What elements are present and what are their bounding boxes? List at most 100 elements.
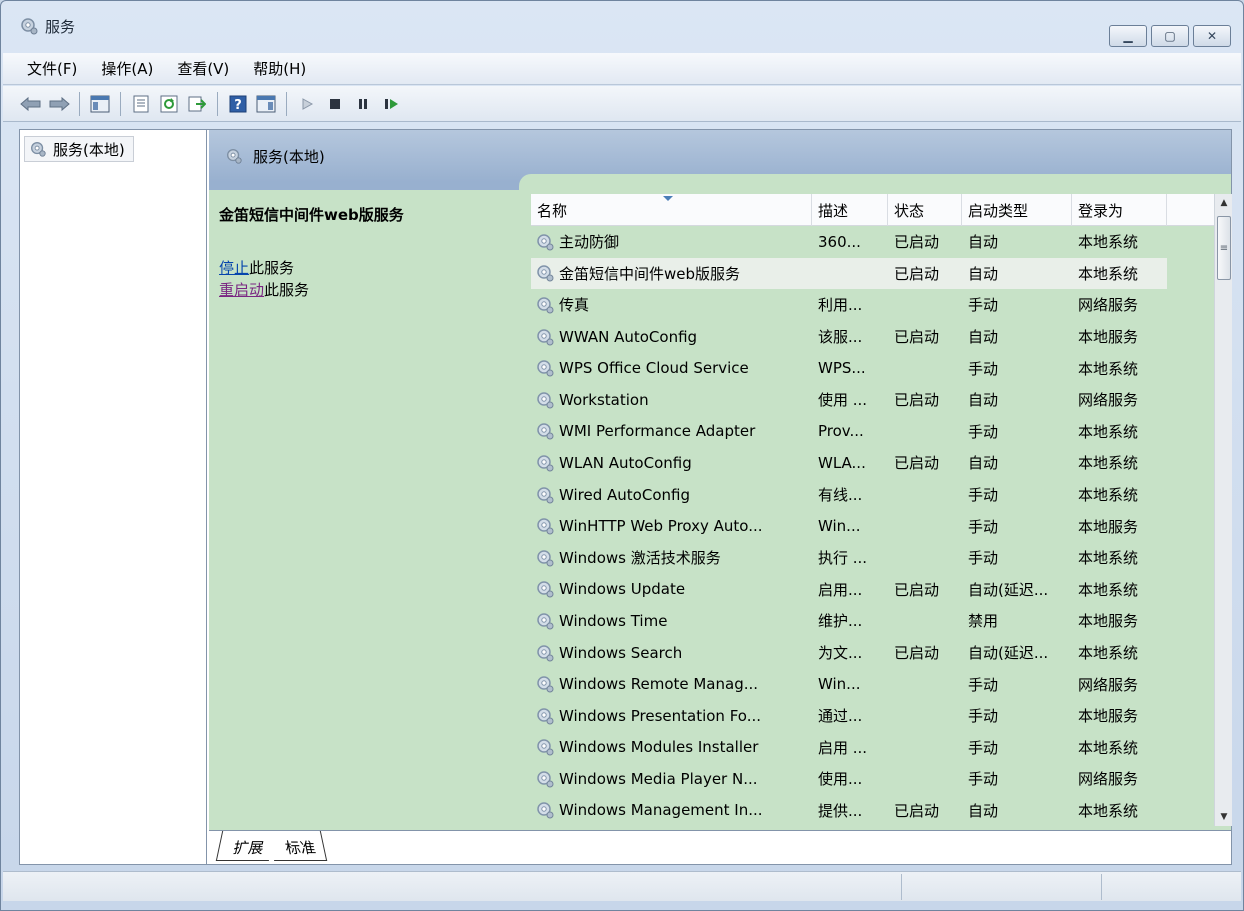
service-log-on-as: 本地系统: [1078, 486, 1139, 505]
help-icon[interactable]: ?: [226, 92, 250, 116]
service-gear-icon: [537, 613, 554, 630]
service-row[interactable]: Windows Media Player N... 使用... 手动 网络服务: [531, 763, 1231, 795]
vertical-scrollbar[interactable]: ▲ ≡ ▼: [1214, 194, 1232, 826]
action-pane-icon[interactable]: [254, 92, 278, 116]
services-gear-icon: [21, 18, 38, 35]
refresh-icon[interactable]: [157, 92, 181, 116]
menu-action[interactable]: 操作(A): [89, 56, 165, 81]
restart-service-line: 重启动此服务: [219, 279, 519, 301]
service-description: 有线...: [818, 486, 863, 505]
service-status: 已启动: [894, 454, 940, 473]
service-name: 主动防御: [559, 233, 620, 252]
scroll-up-icon[interactable]: ▲: [1215, 194, 1233, 212]
service-startup-type: 自动: [968, 391, 999, 410]
services-gear-icon: [31, 142, 46, 157]
service-row[interactable]: Workstation 使用 ... 已启动 自动 网络服务: [531, 384, 1231, 416]
tab-standard-label: 标准: [283, 839, 318, 857]
restart-service-icon[interactable]: [379, 92, 403, 116]
forward-icon[interactable]: [47, 92, 71, 116]
service-name: WinHTTP Web Proxy Auto...: [559, 517, 763, 536]
service-row[interactable]: 金笛短信中间件web版服务 已启动 自动 本地系统: [531, 257, 1231, 290]
service-row[interactable]: WPS Office Cloud Service WPS... 手动 本地系统: [531, 352, 1231, 384]
tab-standard[interactable]: 标准: [267, 831, 328, 861]
service-gear-icon: [537, 455, 554, 472]
scroll-thumb[interactable]: ≡: [1217, 216, 1231, 280]
service-row[interactable]: WWAN AutoConfig 该服... 已启动 自动 本地服务: [531, 321, 1231, 353]
tree-item-label: 服务(本地): [53, 140, 125, 159]
service-gear-icon: [537, 392, 554, 409]
service-name-cell: Workstation: [531, 390, 812, 410]
column-header-status[interactable]: 状态: [888, 194, 962, 226]
service-name-cell: WinHTTP Web Proxy Auto...: [531, 516, 812, 536]
service-status: 已启动: [894, 580, 940, 599]
service-row[interactable]: WMI Performance Adapter Prov... 手动 本地系统: [531, 416, 1231, 448]
service-log-on-as: 网络服务: [1078, 675, 1139, 694]
toolbar-separator: [286, 91, 287, 116]
back-icon[interactable]: [19, 92, 43, 116]
stop-service-icon[interactable]: [323, 92, 347, 116]
column-header-description[interactable]: 描述: [812, 194, 888, 226]
service-name-cell: Windows Remote Manag...: [531, 674, 812, 694]
maximize-button[interactable]: ▢: [1151, 25, 1189, 47]
column-header-log-on-as[interactable]: 登录为: [1072, 194, 1167, 226]
service-name-cell: WWAN AutoConfig: [531, 327, 812, 347]
service-startup-type: 自动(延迟...: [968, 644, 1049, 663]
stop-service-link[interactable]: 停止: [219, 259, 249, 277]
close-button[interactable]: ✕: [1193, 25, 1231, 47]
service-description: 通过...: [818, 707, 863, 726]
tab-extended[interactable]: 扩展: [215, 831, 276, 861]
service-row[interactable]: WLAN AutoConfig WLA... 已启动 自动 本地系统: [531, 447, 1231, 479]
service-description: Win...: [818, 517, 861, 536]
service-name-cell: Windows Search: [531, 643, 812, 663]
service-name-cell: WPS Office Cloud Service: [531, 358, 812, 378]
restart-service-link[interactable]: 重启动: [219, 281, 264, 299]
export-list-icon[interactable]: [185, 92, 209, 116]
service-startup-type: 自动: [968, 233, 999, 252]
pause-service-icon[interactable]: [351, 92, 375, 116]
service-name-cell: Windows Modules Installer: [531, 737, 812, 757]
column-header-startup-type[interactable]: 启动类型: [962, 194, 1072, 226]
service-name: 金笛短信中间件web版服务: [559, 264, 741, 283]
scroll-down-icon[interactable]: ▼: [1215, 808, 1233, 826]
service-row[interactable]: 主动防御 360... 已启动 自动 本地系统: [531, 226, 1231, 258]
start-service-icon[interactable]: [295, 92, 319, 116]
service-row[interactable]: Windows Management In... 提供... 已启动 自动 本地系统: [531, 795, 1231, 827]
service-startup-type: 手动: [968, 359, 999, 378]
service-log-on-as: 本地系统: [1078, 580, 1139, 599]
menu-file[interactable]: 文件(F): [15, 56, 89, 81]
service-name: Wired AutoConfig: [559, 485, 690, 504]
service-description: WPS...: [818, 359, 866, 378]
service-row[interactable]: Windows Update 启用... 已启动 自动(延迟... 本地系统: [531, 574, 1231, 606]
service-row[interactable]: Windows Presentation Fo... 通过... 手动 本地服务: [531, 700, 1231, 732]
properties-icon[interactable]: [129, 92, 153, 116]
minimize-button[interactable]: ▁: [1109, 25, 1147, 47]
service-description: Prov...: [818, 422, 864, 441]
service-gear-icon: [537, 486, 554, 504]
service-description-pane: 金笛短信中间件web版服务 停止此服务 重启动此服务: [219, 204, 519, 854]
tree-item-services-local[interactable]: 服务(本地): [24, 136, 134, 162]
service-name-cell: Windows Update: [531, 579, 812, 599]
console-tree: 服务(本地): [20, 130, 207, 864]
service-startup-type: 手动: [968, 517, 999, 536]
service-name-cell: Windows 激活技术服务: [531, 547, 812, 568]
service-row[interactable]: Windows Modules Installer 启用 ... 手动 本地系统: [531, 732, 1231, 764]
service-row[interactable]: Windows Time 维护... 禁用 本地服务: [531, 605, 1231, 637]
service-description: Win...: [818, 675, 861, 694]
service-gear-icon: [537, 360, 554, 377]
menu-help[interactable]: 帮助(H): [241, 56, 318, 81]
show-hide-console-tree-icon[interactable]: [88, 92, 112, 116]
service-description: WLA...: [818, 453, 866, 472]
services-panel: 服务(本地) 金笛短信中间件web版服务 停止此服务 重启动此服务 名称 描述 …: [209, 130, 1232, 864]
toolbar-separator: [120, 91, 121, 116]
service-row[interactable]: Windows Search 为文... 已启动 自动(延迟... 本地系统: [531, 637, 1231, 669]
service-gear-icon: [537, 676, 554, 693]
service-row[interactable]: WinHTTP Web Proxy Auto... Win... 手动 本地服务: [531, 510, 1231, 542]
service-row[interactable]: 传真 利用... 手动 网络服务: [531, 289, 1231, 321]
service-row[interactable]: Windows 激活技术服务 执行 ... 手动 本地系统: [531, 542, 1231, 574]
list-body: 主动防御 360... 已启动 自动 本地系统 金笛短信中间件web版服务 已启动 自动 本地系…: [531, 226, 1231, 826]
service-name: 传真: [559, 296, 590, 315]
service-row[interactable]: Windows Remote Manag... Win... 手动 网络服务: [531, 668, 1231, 700]
title-bar[interactable]: 服务 ▁ ▢ ✕: [1, 1, 1243, 51]
menu-view[interactable]: 查看(V): [165, 56, 241, 81]
service-row[interactable]: Wired AutoConfig 有线... 手动 本地系统: [531, 479, 1231, 511]
